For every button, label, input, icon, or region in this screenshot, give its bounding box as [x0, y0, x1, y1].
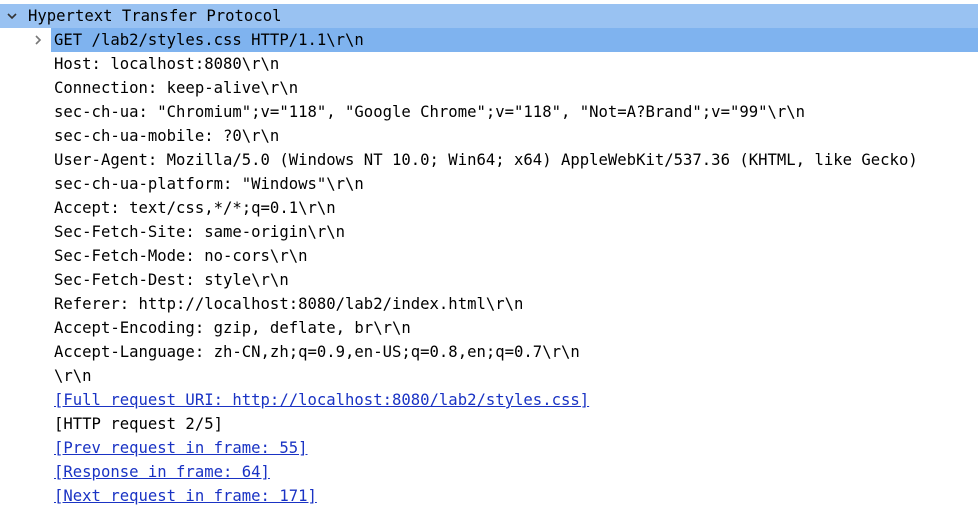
header-field: Connection: keep-alive\r\n — [54, 79, 299, 97]
request-line-label: GET /lab2/styles.css HTTP/1.1\r\n — [54, 31, 364, 49]
response-frame-link[interactable]: [Response in frame: 64] — [54, 460, 270, 484]
tree-row-header-sec-fetch-mode[interactable]: Sec-Fetch-Mode: no-cors\r\n — [0, 244, 978, 268]
tree-row-header-sec-ch-ua-mobile[interactable]: sec-ch-ua-mobile: ?0\r\n — [0, 124, 978, 148]
chevron-right-icon[interactable] — [30, 28, 46, 52]
tree-row-request-line[interactable]: GET /lab2/styles.css HTTP/1.1\r\n — [0, 28, 978, 52]
tree-row-header-user-agent[interactable]: User-Agent: Mozilla/5.0 (Windows NT 10.0… — [0, 148, 978, 172]
tree-row-header-sec-fetch-dest[interactable]: Sec-Fetch-Dest: style\r\n — [0, 268, 978, 292]
tree-row-response-frame[interactable]: [Response in frame: 64] — [0, 460, 978, 484]
header-field: Sec-Fetch-Dest: style\r\n — [54, 271, 289, 289]
header-field: Accept: text/css,*/*;q=0.1\r\n — [54, 199, 336, 217]
full-request-uri-link[interactable]: [Full request URI: http://localhost:8080… — [54, 388, 589, 412]
tree-row-header-sec-ch-ua[interactable]: sec-ch-ua: "Chromium";v="118", "Google C… — [0, 100, 978, 124]
header-field: User-Agent: Mozilla/5.0 (Windows NT 10.0… — [54, 151, 918, 169]
chevron-down-icon[interactable] — [4, 4, 20, 28]
header-field: sec-ch-ua-mobile: ?0\r\n — [54, 127, 280, 145]
tree-row-header-accept-encoding[interactable]: Accept-Encoding: gzip, deflate, br\r\n — [0, 316, 978, 340]
next-request-link[interactable]: [Next request in frame: 171] — [54, 484, 317, 508]
tree-row-http-section[interactable]: Hypertext Transfer Protocol — [0, 4, 978, 28]
header-field: Sec-Fetch-Site: same-origin\r\n — [54, 223, 346, 241]
tree-row-header-sec-ch-ua-platform[interactable]: sec-ch-ua-platform: "Windows"\r\n — [0, 172, 978, 196]
packet-details-tree: Hypertext Transfer Protocol GET /lab2/st… — [0, 0, 978, 512]
tree-row-header-referer[interactable]: Referer: http://localhost:8080/lab2/inde… — [0, 292, 978, 316]
header-field: sec-ch-ua: "Chromium";v="118", "Google C… — [54, 103, 806, 121]
prev-request-link[interactable]: [Prev request in frame: 55] — [54, 436, 307, 460]
header-field: Accept-Language: zh-CN,zh;q=0.9,en-US;q=… — [54, 343, 580, 361]
tree-row-header-sec-fetch-site[interactable]: Sec-Fetch-Site: same-origin\r\n — [0, 220, 978, 244]
tree-row-header-terminator[interactable]: \r\n — [0, 364, 978, 388]
header-field: sec-ch-ua-platform: "Windows"\r\n — [54, 175, 364, 193]
tree-row-next-request[interactable]: [Next request in frame: 171] — [0, 484, 978, 508]
tree-row-http-request-number[interactable]: [HTTP request 2/5] — [0, 412, 978, 436]
tree-row-header-accept[interactable]: Accept: text/css,*/*;q=0.1\r\n — [0, 196, 978, 220]
tree-row-full-request-uri[interactable]: [Full request URI: http://localhost:8080… — [0, 388, 978, 412]
header-field: \r\n — [54, 367, 92, 385]
header-field: Accept-Encoding: gzip, deflate, br\r\n — [54, 319, 411, 337]
http-request-number: [HTTP request 2/5] — [54, 415, 223, 433]
header-field: Sec-Fetch-Mode: no-cors\r\n — [54, 247, 308, 265]
header-field: Referer: http://localhost:8080/lab2/inde… — [54, 295, 524, 313]
tree-row-header-connection[interactable]: Connection: keep-alive\r\n — [0, 76, 978, 100]
header-field: Host: localhost:8080\r\n — [54, 55, 280, 73]
tree-row-header-host[interactable]: Host: localhost:8080\r\n — [0, 52, 978, 76]
tree-row-header-accept-language[interactable]: Accept-Language: zh-CN,zh;q=0.9,en-US;q=… — [0, 340, 978, 364]
section-label: Hypertext Transfer Protocol — [28, 7, 282, 25]
tree-row-prev-request[interactable]: [Prev request in frame: 55] — [0, 436, 978, 460]
